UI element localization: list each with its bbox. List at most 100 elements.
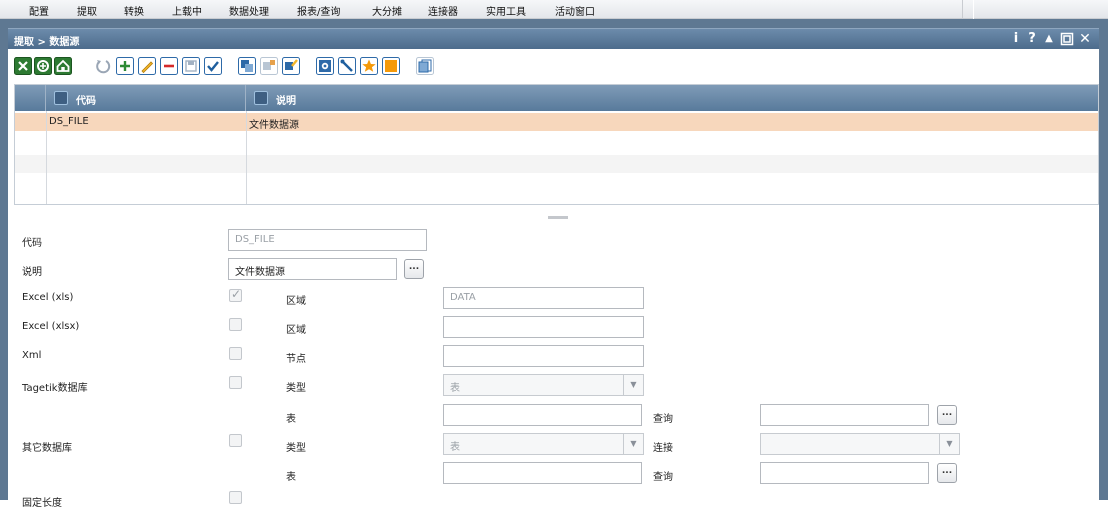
cell-desc: 文件数据源 [249, 120, 299, 131]
description-label: 说明 [22, 267, 42, 278]
menu-divider [962, 0, 963, 19]
grid-column-divider [246, 111, 247, 204]
code-label: 代码 [22, 238, 42, 249]
copy-icon[interactable] [238, 57, 256, 75]
other-db-query-field[interactable] [760, 462, 929, 484]
other-db-type-value: 表 [450, 442, 460, 453]
excel-xls-range-label: 区域 [286, 296, 306, 307]
chevron-down-icon[interactable]: ▼ [623, 434, 643, 454]
collapse-icon[interactable]: ▲ [1041, 31, 1057, 47]
excel-xlsx-range-field[interactable] [443, 316, 644, 338]
clone-icon[interactable] [416, 57, 434, 75]
tagetik-type-value: 表 [450, 383, 460, 394]
tagetik-table-field[interactable] [443, 404, 642, 426]
column-filter-icon[interactable] [54, 91, 68, 105]
favorite-icon[interactable] [360, 57, 378, 75]
window-frame-top [8, 19, 1099, 28]
window-frame-right [1099, 19, 1108, 500]
xml-node-field[interactable] [443, 345, 644, 367]
splitter-handle[interactable] [548, 216, 568, 219]
other-db-table-field[interactable] [443, 462, 642, 484]
menu-reports[interactable]: 报表/查询 [297, 3, 340, 18]
excel-xls-label: Excel (xls) [22, 292, 74, 303]
excel-export-icon[interactable] [14, 57, 32, 75]
xml-checkbox[interactable] [229, 347, 242, 360]
fixed-length-label: 固定长度 [22, 498, 62, 509]
color-icon[interactable] [382, 57, 400, 75]
excel-xls-range-field[interactable]: DATA [443, 287, 644, 309]
tagetik-type-select[interactable]: 表 ▼ [443, 374, 644, 396]
menu-config[interactable]: 配置 [29, 3, 49, 18]
refresh-icon[interactable] [94, 57, 112, 75]
other-db-checkbox[interactable] [229, 434, 242, 447]
copy-plus-icon[interactable] [260, 57, 278, 75]
menu-connectors[interactable]: 连接器 [428, 3, 458, 18]
menu-bar: 配置 提取 转换 上载中 数据处理 报表/查询 大分摊 连接器 实用工具 活动窗… [0, 0, 1108, 19]
grid-header-indicator [15, 85, 46, 111]
column-header-desc: 说明 [276, 96, 296, 107]
other-db-connection-select[interactable]: ▼ [760, 433, 960, 455]
window-title: 提取 > 数据源 [14, 37, 80, 48]
grid-header: 代码 说明 [15, 85, 1098, 111]
tagetik-query-label: 查询 [653, 414, 673, 425]
tagetik-query-browse-button[interactable]: ... [937, 405, 957, 425]
close-icon[interactable]: ✕ [1077, 31, 1093, 47]
table-row-empty[interactable] [15, 132, 1098, 150]
window-titlebar: 提取 > 数据源 i ? ▲ ✕ [8, 28, 1099, 49]
menu-extract[interactable]: 提取 [77, 3, 97, 18]
code-field[interactable]: DS_FILE [228, 229, 427, 251]
tools-icon[interactable] [338, 57, 356, 75]
help-icon[interactable]: ? [1024, 31, 1040, 47]
menu-transform[interactable]: 转换 [124, 3, 144, 18]
delete-icon[interactable] [160, 57, 178, 75]
home-icon[interactable] [54, 57, 72, 75]
description-field[interactable]: 文件数据源 [228, 258, 397, 280]
other-db-query-browse-button[interactable]: ... [937, 463, 957, 483]
copy-edit-icon[interactable] [282, 57, 300, 75]
other-db-type-select[interactable]: 表 ▼ [443, 433, 644, 455]
grid-column-divider [46, 111, 47, 204]
cell-code: DS_FILE [49, 116, 89, 127]
excel-xlsx-label: Excel (xlsx) [22, 321, 80, 332]
grid-header-code[interactable]: 代码 [46, 85, 246, 111]
add-icon[interactable] [116, 57, 134, 75]
tagetik-type-label: 类型 [286, 383, 306, 394]
chevron-down-icon[interactable]: ▼ [939, 434, 959, 454]
chevron-down-icon[interactable]: ▼ [623, 375, 643, 395]
xml-label: Xml [22, 350, 42, 361]
menu-divider-light [973, 0, 974, 19]
description-browse-button[interactable]: ... [404, 259, 424, 279]
tagetik-query-field[interactable] [760, 404, 929, 426]
menu-allocation[interactable]: 大分摊 [372, 3, 402, 18]
other-db-type-label: 类型 [286, 443, 306, 454]
settings-icon[interactable] [316, 57, 334, 75]
table-row-empty[interactable] [15, 155, 1098, 173]
table-row-empty[interactable] [15, 178, 1098, 196]
info-icon[interactable]: i [1008, 31, 1024, 47]
excel-import-icon[interactable] [34, 57, 52, 75]
tagetik-db-label: Tagetik数据库 [22, 383, 88, 394]
other-db-table-label: 表 [286, 472, 296, 483]
excel-xls-checkbox[interactable] [229, 287, 242, 302]
data-source-grid: 代码 说明 DS_FILE 文件数据源 [14, 84, 1099, 205]
edit-icon[interactable] [138, 57, 156, 75]
menu-upload[interactable]: 上载中 [172, 3, 202, 18]
other-db-connection-label: 连接 [653, 443, 673, 454]
menu-data-processing[interactable]: 数据处理 [229, 3, 269, 18]
xml-node-label: 节点 [286, 354, 306, 365]
fixed-length-checkbox[interactable] [229, 491, 242, 504]
confirm-icon[interactable] [204, 57, 222, 75]
column-filter-icon[interactable] [254, 91, 268, 105]
column-header-code: 代码 [76, 96, 96, 107]
other-db-label: 其它数据库 [22, 443, 72, 454]
table-row[interactable]: DS_FILE 文件数据源 [15, 113, 1098, 131]
excel-xlsx-range-label: 区域 [286, 325, 306, 336]
grid-header-desc[interactable]: 说明 [246, 85, 1098, 111]
tagetik-db-checkbox[interactable] [229, 376, 242, 389]
menu-utilities[interactable]: 实用工具 [486, 3, 526, 18]
tagetik-table-label: 表 [286, 414, 296, 425]
excel-xlsx-checkbox[interactable] [229, 318, 242, 331]
save-icon[interactable] [182, 57, 200, 75]
menu-active-windows[interactable]: 活动窗口 [555, 3, 595, 18]
maximize-icon[interactable] [1059, 31, 1075, 51]
